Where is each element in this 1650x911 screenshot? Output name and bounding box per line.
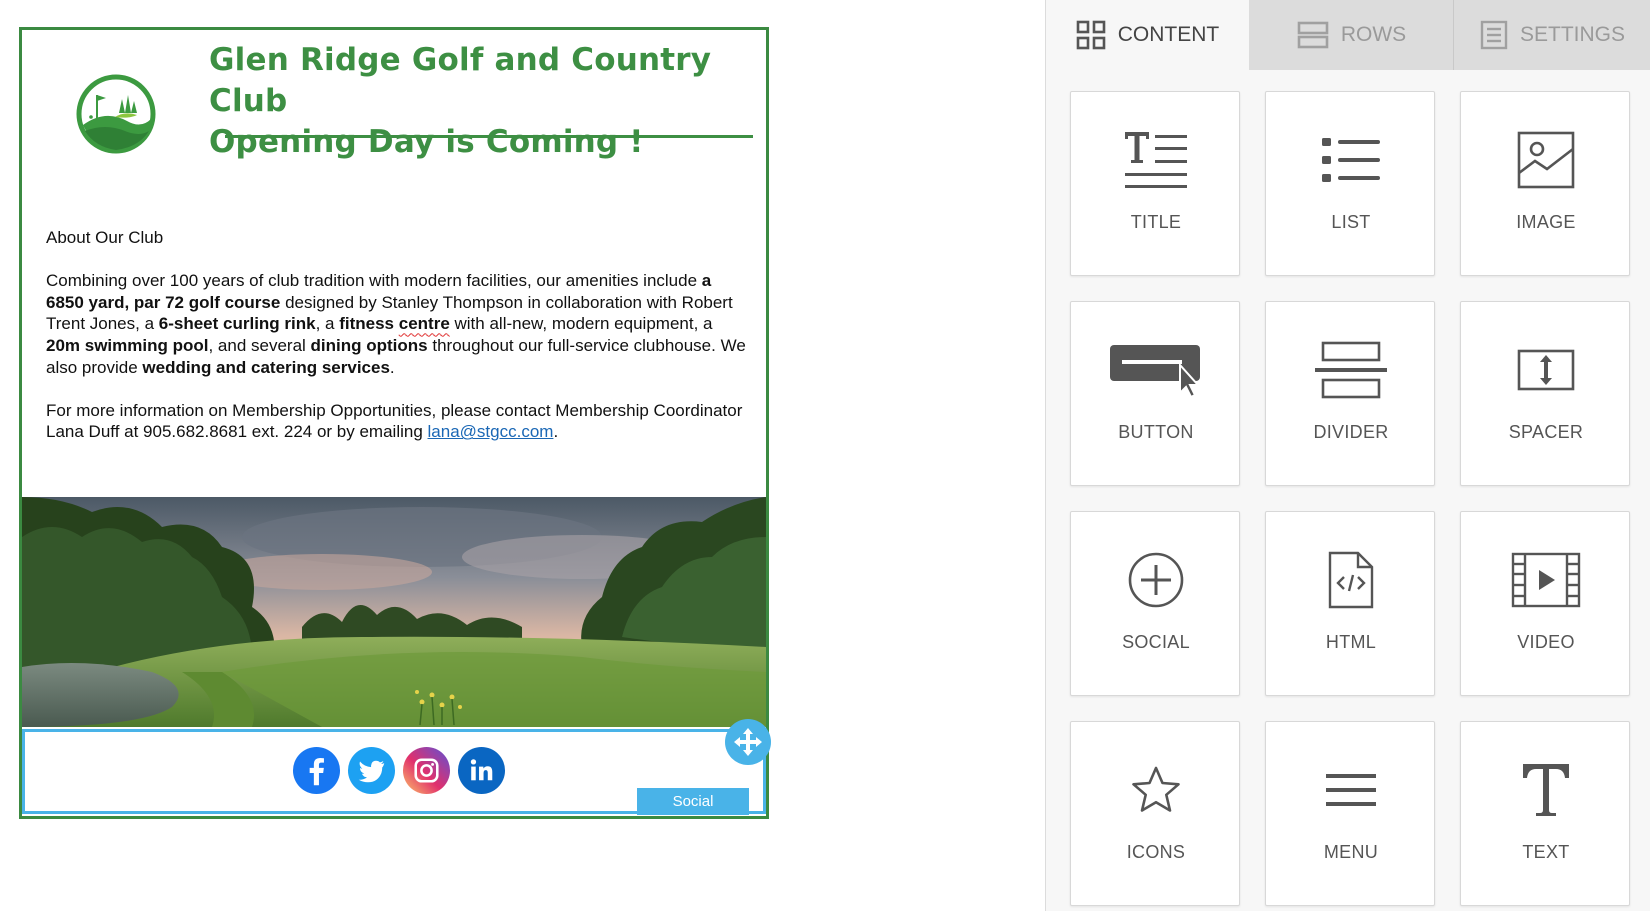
html-file-icon [1328, 551, 1374, 609]
block-video[interactable]: VIDEO [1460, 511, 1630, 696]
email-link[interactable]: lana@stgcc.com [428, 422, 554, 441]
about-heading: About Our Club [46, 228, 164, 247]
block-divider-label: DIVIDER [1313, 422, 1389, 442]
facebook-icon[interactable] [292, 746, 341, 795]
social-plus-icon [1128, 552, 1184, 608]
block-html[interactable]: HTML [1265, 511, 1435, 696]
move-arrows-icon [734, 728, 762, 756]
block-image-label: IMAGE [1516, 212, 1576, 232]
rows-icon [1297, 21, 1329, 49]
block-list[interactable]: LIST [1265, 91, 1435, 276]
tab-rows[interactable]: ROWS [1250, 0, 1454, 70]
instagram-icon[interactable] [402, 746, 451, 795]
block-social[interactable]: SOCIAL [1070, 511, 1240, 696]
block-menu[interactable]: MENU [1265, 721, 1435, 906]
block-text-label: TEXT [1522, 842, 1570, 862]
headline-line-2: Opening Day is Coming ! [209, 124, 644, 160]
block-spacer[interactable]: SPACER [1460, 301, 1630, 486]
text-block[interactable]: About Our Club Combining over 100 years … [46, 227, 746, 465]
image-icon [1517, 131, 1575, 189]
block-button-label: BUTTON [1118, 422, 1194, 442]
title-icon [1125, 132, 1187, 188]
email-container[interactable]: Glen Ridge Golf and Country Club Opening… [19, 27, 769, 819]
contact-paragraph: For more information on Membership Oppor… [46, 400, 743, 442]
block-social-label: SOCIAL [1122, 632, 1190, 652]
email-canvas: Glen Ridge Golf and Country Club Opening… [0, 0, 1045, 911]
block-title-label: TITLE [1130, 212, 1182, 232]
block-list-label: LIST [1331, 212, 1371, 232]
block-icons[interactable]: ICONS [1070, 721, 1240, 906]
content-panel: CONTENT ROWS SETTINGS TITLE LIST IMAGE B… [1045, 0, 1650, 911]
settings-doc-icon [1480, 20, 1508, 50]
star-icon [1132, 766, 1180, 812]
linkedin-icon[interactable] [457, 746, 506, 795]
block-divider[interactable]: DIVIDER [1265, 301, 1435, 486]
tab-rows-label: ROWS [1340, 23, 1407, 46]
block-image[interactable]: IMAGE [1460, 91, 1630, 276]
tab-settings[interactable]: SETTINGS [1454, 0, 1650, 70]
golf-course-photo[interactable] [22, 497, 766, 727]
block-spacer-label: SPACER [1508, 422, 1584, 442]
tab-content-label: CONTENT [1117, 23, 1220, 46]
spellcheck-word: centre [398, 314, 450, 334]
headline-line-1: Glen Ridge Golf and Country Club [209, 42, 712, 119]
social-icons-group [292, 746, 506, 796]
panel-tabs: CONTENT ROWS SETTINGS [1046, 0, 1650, 70]
button-icon [1110, 345, 1201, 399]
divider-icon [1315, 341, 1387, 399]
social-block-tag[interactable]: Social [637, 788, 749, 815]
headline[interactable]: Glen Ridge Golf and Country Club Opening… [209, 40, 749, 163]
video-icon [1511, 552, 1581, 608]
headline-underline [225, 135, 753, 138]
tab-settings-label: SETTINGS [1519, 23, 1625, 46]
amenities-paragraph: Combining over 100 years of club traditi… [46, 271, 746, 377]
block-menu-label: MENU [1323, 842, 1379, 862]
menu-icon [1326, 774, 1376, 806]
block-text[interactable]: TEXT [1460, 721, 1630, 906]
block-button[interactable]: BUTTON [1070, 301, 1240, 486]
tab-content[interactable]: CONTENT [1046, 0, 1250, 70]
header-row[interactable]: Glen Ridge Golf and Country Club Opening… [22, 30, 766, 195]
text-icon [1523, 764, 1569, 816]
grid-icon [1076, 20, 1106, 50]
block-title[interactable]: TITLE [1070, 91, 1240, 276]
block-html-label: HTML [1325, 632, 1377, 652]
block-video-label: VIDEO [1517, 632, 1575, 652]
club-logo [76, 74, 156, 154]
block-icons-label: ICONS [1126, 842, 1186, 862]
spacer-icon [1517, 349, 1575, 391]
move-handle[interactable] [725, 719, 771, 765]
twitter-icon[interactable] [347, 746, 396, 795]
list-icon [1322, 138, 1380, 182]
